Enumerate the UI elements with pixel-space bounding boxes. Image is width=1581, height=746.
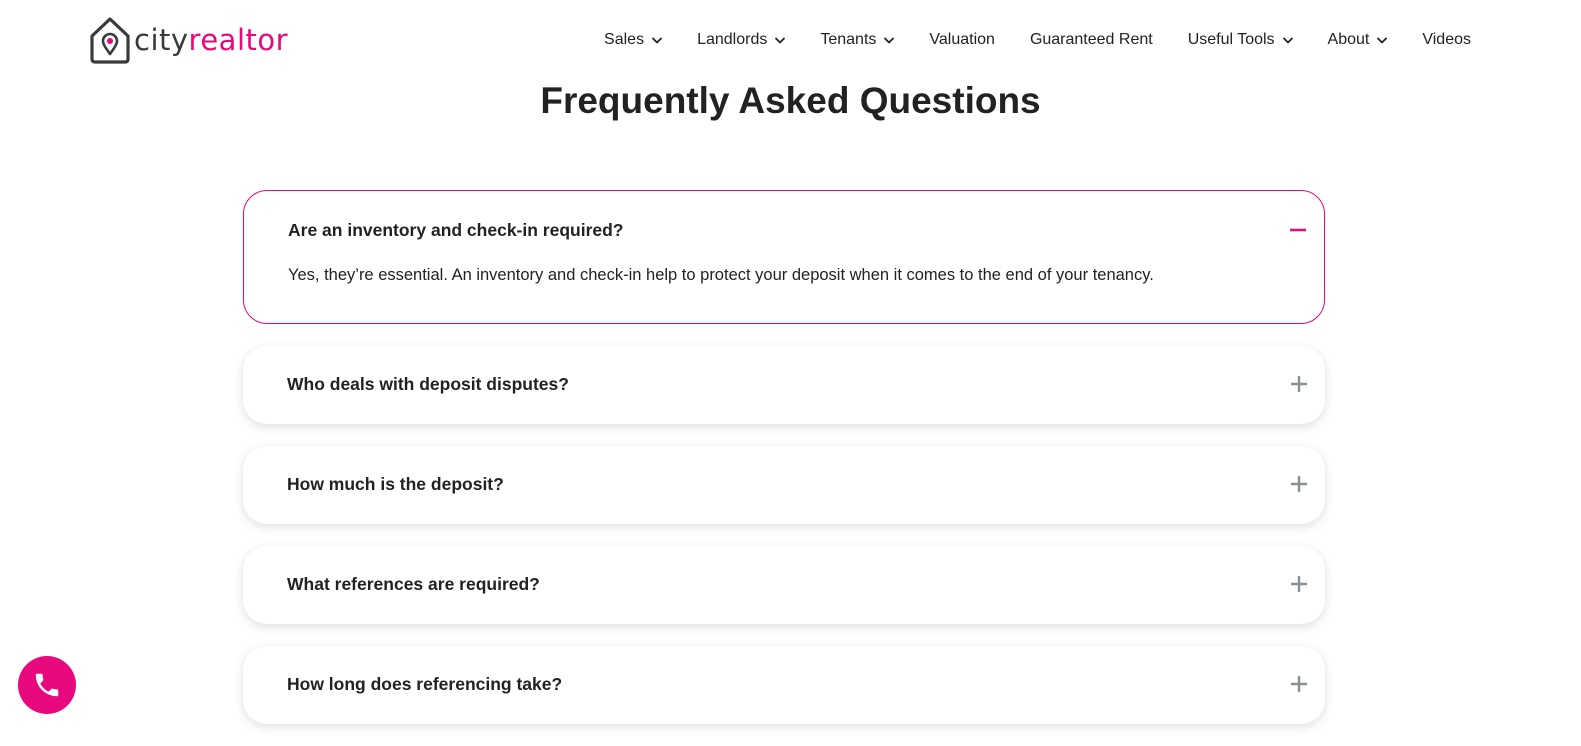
nav-item-useful-tools[interactable]: Useful Tools [1188,31,1293,49]
site-logo[interactable]: cityrealtor [88,14,288,66]
nav-item-videos[interactable]: Videos [1422,31,1471,49]
nav-item-label: Guaranteed Rent [1029,31,1153,48]
plus-icon[interactable] [1290,475,1308,493]
faq-item-inventory-check-in[interactable]: Are an inventory and check-in required? … [243,190,1325,324]
nav-item-label: Videos [1422,31,1471,48]
chevron-down-icon [884,37,895,43]
nav-item-label: Landlords [697,31,768,48]
faq-question[interactable]: Are an inventory and check-in required? [288,220,624,241]
chevron-down-icon [1282,37,1293,43]
brand-name: cityrealtor [134,14,288,66]
plus-icon[interactable] [1290,575,1308,593]
faq-item-deposit-disputes[interactable]: Who deals with deposit disputes? [243,346,1325,424]
nav-item-about[interactable]: About [1328,31,1388,49]
nav-item-label: Tenants [820,31,877,48]
faq-answer: Yes, they’re essential. An inventory and… [288,266,1154,284]
main-nav: Sales Landlords Tenants Valuation Guaran… [604,22,1471,58]
faq-item-deposit-amount[interactable]: How much is the deposit? [243,446,1325,524]
faq-item-references[interactable]: What references are required? [243,546,1325,624]
minus-icon[interactable] [1289,221,1307,239]
faq-question[interactable]: How long does referencing take? [287,674,562,695]
faq-question[interactable]: What references are required? [287,574,540,595]
nav-item-guaranteed-rent[interactable]: Guaranteed Rent [1030,31,1153,49]
nav-item-label: Valuation [929,31,995,48]
faq-item-referencing-time[interactable]: How long does referencing take? [243,646,1325,724]
nav-item-landlords[interactable]: Landlords [697,31,786,49]
brand-name-city: city [134,23,189,57]
nav-item-label: Useful Tools [1187,31,1275,48]
chevron-down-icon [652,37,662,43]
floating-call-button[interactable] [18,656,76,714]
brand-name-realtor: realtor [188,23,289,57]
faq-list: Are an inventory and check-in required? … [243,190,1325,746]
nav-item-sales[interactable]: Sales [604,31,662,49]
nav-item-tenants[interactable]: Tenants [820,31,895,49]
chevron-down-icon [775,37,786,43]
page-title: Frequently Asked Questions [540,80,1041,121]
nav-item-label: Sales [604,31,645,48]
nav-item-label: About [1327,31,1370,48]
chevron-down-icon [1377,37,1388,43]
faq-question[interactable]: How much is the deposit? [287,474,504,495]
house-pin-logo-icon [90,17,130,64]
plus-icon[interactable] [1290,675,1308,693]
nav-item-valuation[interactable]: Valuation [929,31,995,49]
site-header: cityrealtor Sales Landlords Tenants Valu… [0,0,1581,82]
plus-icon[interactable] [1290,375,1308,393]
phone-icon [35,673,59,697]
faq-question[interactable]: Who deals with deposit disputes? [287,374,569,395]
